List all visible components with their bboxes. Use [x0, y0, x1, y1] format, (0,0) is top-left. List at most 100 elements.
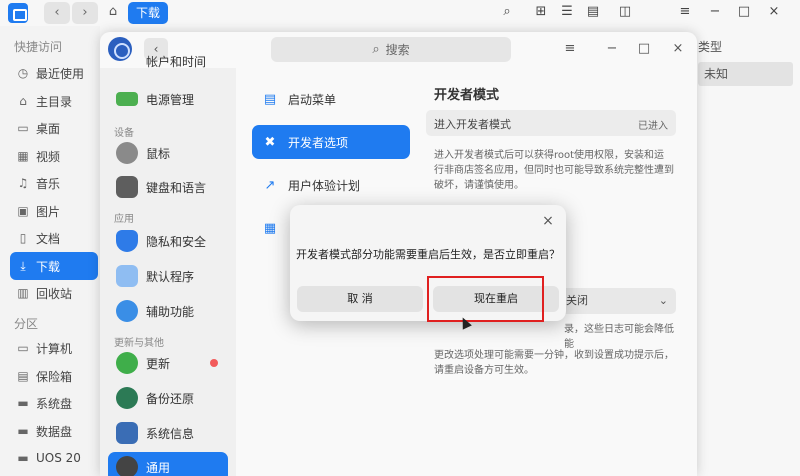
document-icon: ▯ — [19, 231, 27, 245]
home-folder-icon: ⌂ — [19, 94, 27, 108]
developer-mode-row[interactable]: 进入开发者模式 已进入 — [426, 110, 676, 136]
file-manager-titlebar: ‹ › ⌂ 下载 ⌕ ⊞ ☰ ▤ ◫ ≡ − □ × — [0, 0, 800, 26]
sidebar-item-documents[interactable]: ▯ 文档 — [10, 224, 98, 252]
minimize-icon[interactable]: − — [706, 3, 724, 21]
sidebar-item-pictures[interactable]: ▣ 图片 — [10, 197, 98, 225]
sidebar-item-update[interactable]: 更新 — [108, 348, 228, 378]
music-icon: ♫ — [17, 176, 29, 190]
maximize-icon[interactable]: □ — [735, 3, 753, 21]
chevron-down-icon: ⌄ — [658, 294, 668, 307]
forward-button[interactable]: › — [72, 2, 98, 24]
partial-icon: ▦ — [263, 220, 277, 236]
file-manager-sidebar: 快捷访问 ◷ 最近使用 ⌂ 主目录 ▭ 桌面 ▦ 视频 ♫ 音乐 ▣ 图片 ▯ 文档 ⤓ 下载 … — [0, 26, 100, 476]
home-icon[interactable]: ⌂ — [104, 3, 122, 21]
sidebar-item-recent[interactable]: ◷ 最近使用 — [10, 59, 98, 87]
default-apps-icon — [116, 265, 138, 287]
settings-sidebar: 帐户和时间 电源管理 设备 鼠标 键盘和语言 应用 隐私和安全 默认程序 辅助功… — [100, 55, 236, 476]
tools-icon: ✖ — [264, 134, 276, 150]
download-icon: ⤓ — [20, 259, 26, 273]
menu-icon[interactable]: ≡ — [676, 3, 694, 21]
computer-icon: ▭ — [17, 341, 29, 355]
category-update: 更新与其他 — [114, 338, 164, 349]
sidebar-item-music[interactable]: ♫ 音乐 — [10, 169, 98, 197]
disk-icon: ▬ — [17, 424, 29, 438]
log-level-select[interactable]: 关闭 ⌄ — [560, 288, 676, 314]
file-row-type[interactable]: 未知 — [698, 62, 793, 86]
sidebar-item-downloads[interactable]: ⤓ 下载 — [10, 252, 98, 280]
sidebar-item-privacy[interactable]: 隐私和安全 — [108, 226, 228, 256]
search-icon: ⌕ — [372, 42, 380, 57]
backup-icon — [116, 387, 138, 409]
highlight-box — [427, 276, 544, 322]
minimize-icon[interactable]: − — [602, 39, 622, 59]
shield-icon — [116, 230, 138, 252]
sidebar-item-videos[interactable]: ▦ 视频 — [10, 142, 98, 170]
sidebar-item-sysinfo[interactable]: 系统信息 — [108, 418, 228, 448]
sidebar-item-uos[interactable]: ▬ UOS 20 — [10, 444, 98, 472]
log-description-fragment: 录，这些日志可能会降低 — [564, 324, 674, 335]
disk-icon: ▬ — [17, 451, 29, 465]
sidebar-item-accounts-time[interactable]: 帐户和时间 — [108, 50, 228, 70]
close-icon[interactable]: × — [668, 39, 688, 59]
sidebar-item-general[interactable]: 通用 — [108, 452, 228, 476]
update-icon — [116, 352, 138, 374]
system-info-icon — [116, 422, 138, 444]
video-icon: ▦ — [17, 149, 29, 163]
general-icon — [116, 456, 138, 476]
breadcrumb-downloads[interactable]: 下载 — [128, 2, 169, 24]
developer-mode-label: 进入开发者模式 — [434, 118, 511, 131]
close-icon[interactable]: × — [765, 3, 783, 21]
desktop-icon: ▭ — [17, 121, 29, 135]
boot-menu-icon: ▤ — [263, 91, 277, 107]
disk-icon: ▬ — [17, 396, 29, 410]
sidebar-item-backup[interactable]: 备份还原 — [108, 383, 228, 413]
file-manager-logo-icon — [8, 3, 28, 23]
info-panel-icon[interactable]: ◫ — [616, 3, 634, 21]
sidebar-item-home[interactable]: ⌂ 主目录 — [10, 87, 98, 115]
clock-icon: ◷ — [17, 66, 29, 80]
sidebar-item-trash[interactable]: ▥ 回收站 — [10, 279, 98, 307]
category-device: 设备 — [114, 128, 134, 139]
partition-title: 分区 — [14, 317, 39, 331]
log-change-description: 更改选项处理可能需要一分钟，收到设置成功提示后，请重启设备方可生效。 — [434, 350, 674, 376]
accessibility-icon — [116, 300, 138, 322]
dialog-message: 开发者模式部分功能需要重启后生效，是否立即重启？ — [296, 248, 560, 261]
developer-mode-status: 已进入 — [638, 121, 668, 132]
sidebar-item-power[interactable]: 电源管理 — [108, 84, 228, 114]
subpage-boot-menu[interactable]: ▤ 启动菜单 — [252, 82, 410, 116]
sidebar-item-accessibility[interactable]: 辅助功能 — [108, 296, 228, 326]
sidebar-item-default-apps[interactable]: 默认程序 — [108, 261, 228, 291]
keyboard-icon — [116, 176, 138, 198]
column-view-icon[interactable]: ▤ — [584, 3, 602, 21]
battery-icon — [116, 92, 138, 106]
list-view-icon[interactable]: ☰ — [558, 3, 576, 21]
developer-mode-description: 进入开发者模式后可以获得root使用权限，安装和运行非商店签名应用，但同时也可能… — [434, 150, 674, 191]
picture-icon: ▣ — [17, 204, 29, 218]
sidebar-item-system-disk[interactable]: ▬ 系统盘 — [10, 389, 98, 417]
sidebar-item-data-disk[interactable]: ▬ 数据盘 — [10, 417, 98, 445]
quick-access-title: 快捷访问 — [14, 40, 63, 54]
menu-icon[interactable]: ≡ — [560, 39, 580, 59]
trash-icon: ▥ — [17, 286, 29, 300]
chart-icon: ↗ — [264, 177, 276, 193]
maximize-icon[interactable]: □ — [634, 39, 654, 59]
search-input[interactable]: ⌕ 搜索 — [271, 37, 511, 62]
sidebar-item-computer[interactable]: ▭ 计算机 — [10, 334, 98, 362]
back-button[interactable]: ‹ — [44, 2, 70, 24]
sidebar-item-vault[interactable]: ▤ 保险箱 — [10, 362, 98, 390]
dialog-close-icon[interactable]: × — [540, 213, 556, 229]
sidebar-item-keyboard[interactable]: 键盘和语言 — [108, 172, 228, 202]
page-title: 开发者模式 — [434, 88, 500, 103]
update-badge — [210, 359, 218, 367]
subpage-developer-options[interactable]: ✖ 开发者选项 — [252, 125, 410, 159]
icon-view-icon[interactable]: ⊞ — [532, 3, 550, 21]
column-header-type[interactable]: 类型 — [698, 38, 722, 55]
category-apps: 应用 — [114, 214, 134, 225]
sidebar-item-mouse[interactable]: 鼠标 — [108, 138, 228, 168]
subpage-ux-program[interactable]: ↗ 用户体验计划 — [252, 168, 410, 202]
cancel-button[interactable]: 取 消 — [297, 286, 423, 312]
sidebar-item-desktop[interactable]: ▭ 桌面 — [10, 114, 98, 142]
search-icon[interactable]: ⌕ — [498, 3, 516, 21]
vault-icon: ▤ — [17, 369, 29, 383]
mouse-icon — [116, 142, 138, 164]
